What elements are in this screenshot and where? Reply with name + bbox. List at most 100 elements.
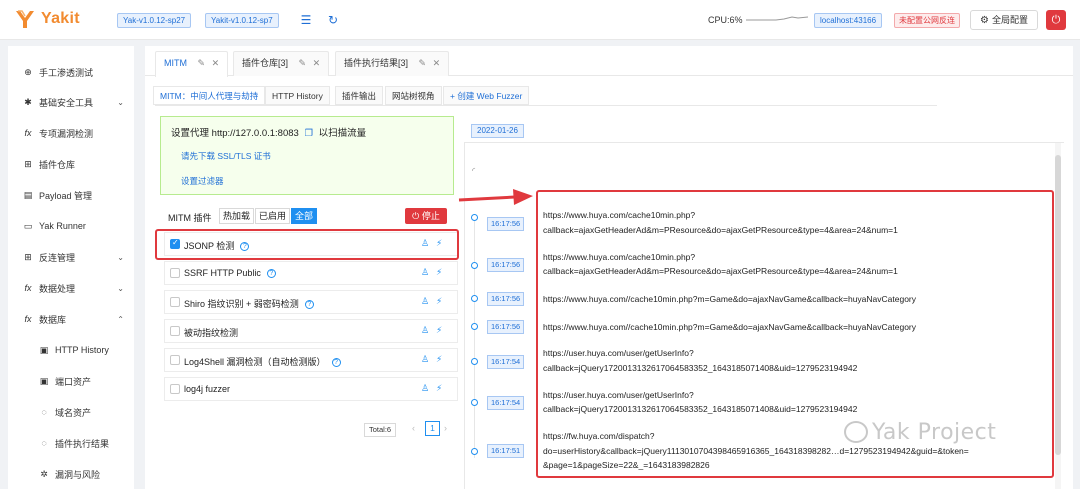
sidebar-item-basic-tools[interactable]: ✱ 基础安全工具 ⌄ (8, 90, 134, 114)
power-icon: ⏻ (412, 211, 420, 221)
grid-icon: ⊞ (24, 251, 32, 262)
plugin-name: log4j fuzzer (184, 384, 231, 394)
plugin-name: SSRF HTTP Public? (184, 268, 276, 279)
close-icon[interactable]: ✕ (313, 58, 321, 68)
plugin-checkbox[interactable] (170, 355, 180, 365)
watermark: Yak Project (872, 420, 997, 445)
power-icon: ⏻ (1051, 14, 1061, 26)
scrollbar-thumb[interactable] (1055, 155, 1061, 455)
sidebar-item-plugin-store[interactable]: ⊞ 插件仓库 (8, 152, 134, 176)
user-icon[interactable]: ♙ (421, 296, 429, 307)
plugin-item[interactable]: 被动指纹检测 ♙ ⚡ (164, 319, 458, 343)
sidebar-subitem-domains[interactable]: ◌ 域名资产 (8, 400, 134, 424)
subtab-mitm[interactable]: MITM：中间人代理与劫持 (153, 86, 266, 105)
plugin-checkbox[interactable] (170, 297, 180, 307)
close-icon[interactable]: ✕ (433, 58, 441, 68)
user-icon[interactable]: ♙ (421, 354, 429, 365)
tab-label: 插件执行结果[3] (344, 58, 409, 68)
edit-icon[interactable]: ✎ (198, 58, 206, 68)
sidebar-subitem-risks[interactable]: ✲ 漏洞与风险 (8, 462, 134, 486)
create-web-fuzzer-button[interactable]: + 创建 Web Fuzzer (443, 86, 530, 105)
sidebar-item-label: 专项漏洞检测 (39, 128, 94, 139)
tab-plugin-store[interactable]: 插件仓库[3] ✎ ✕ (233, 51, 330, 76)
sidebar-item-manual-pentest[interactable]: ⊕ 手工渗透测试 (8, 60, 134, 84)
subtab-http-history[interactable]: HTTP History (265, 86, 330, 105)
grid-icon: ⊞ (24, 158, 32, 169)
bug-icon: ✱ (24, 96, 32, 107)
refresh-icon[interactable]: ↻ (326, 13, 340, 27)
pagination-page[interactable]: 1 (425, 421, 440, 436)
cpu-sparkline (746, 16, 808, 21)
sidebar-subitem-plugin-results[interactable]: ◌ 插件执行结果 (8, 431, 134, 455)
app-name: Yakit (41, 10, 80, 27)
stop-button[interactable]: ⏻ 停止 (405, 208, 447, 224)
close-icon[interactable]: ✕ (212, 58, 220, 68)
subtab-site-tree[interactable]: 网站树视角 (385, 86, 442, 105)
top-bar: Yakit Yak-v1.0.12-sp27 Yakit-v1.0.12-sp7… (0, 0, 1080, 40)
plugin-name-text: Shiro 指纹识别 + 弱密码检测 (184, 299, 299, 309)
subtab-plugin-output[interactable]: 插件输出 (335, 86, 384, 105)
help-icon[interactable]: ? (331, 358, 341, 368)
plugin-item[interactable]: Log4Shell 漏洞检测（自动检测版）? ♙ ⚡ (164, 348, 458, 372)
tab-mitm[interactable]: MITM ✎ ✕ (155, 51, 229, 77)
user-icon[interactable]: ♙ (421, 325, 429, 336)
plugin-item[interactable]: SSRF HTTP Public? ♙ ⚡ (164, 261, 458, 285)
filter-hot-reload[interactable]: 热加载 (219, 208, 255, 224)
time-tag: 16:17:51 (487, 444, 525, 458)
sidebar-item-database[interactable]: fx 数据库 ⌃ (8, 307, 134, 331)
bolt-icon[interactable]: ⚡ (436, 383, 442, 394)
filter-enabled[interactable]: 已启用 (255, 208, 291, 224)
chevron-down-icon: ⌄ (117, 283, 124, 293)
proxy-prefix: 设置代理 (171, 128, 210, 139)
sidebar-item-yak-runner[interactable]: ▭ Yak Runner (8, 214, 134, 238)
plugin-item[interactable]: log4j fuzzer ♙ ⚡ (164, 377, 458, 401)
plugin-checkbox[interactable] (170, 326, 180, 336)
time-tag: 16:17:54 (487, 355, 525, 369)
pagination-prev-icon[interactable]: ‹ (412, 423, 415, 433)
bolt-icon[interactable]: ⚡ (436, 325, 442, 336)
bolt-icon[interactable]: ⚡ (436, 354, 442, 365)
sidebar-item-payload[interactable]: ▤ Payload 管理 (8, 183, 134, 207)
bolt-icon[interactable]: ⚡ (436, 296, 442, 307)
user-icon[interactable]: ♙ (421, 267, 429, 278)
port-icon: ▣ (39, 375, 49, 386)
highlight-box-plugin (155, 229, 459, 260)
sidebar-item-vuln-detect[interactable]: fx 专项漏洞检测 (8, 121, 134, 145)
help-icon[interactable]: ? (304, 300, 314, 310)
bolt-icon[interactable]: ⚡ (436, 267, 442, 278)
function-icon: fx (24, 283, 32, 293)
global-config-button[interactable]: ⚙ 全局配置 (970, 10, 1038, 30)
plugin-name: Log4Shell 漏洞检测（自动检测版）? (184, 355, 341, 368)
sidebar-subitem-http-history[interactable]: ▣ HTTP History (8, 338, 134, 362)
public-reverse-warning[interactable]: 未配置公网反连 (894, 13, 960, 28)
sidebar-item-reverse[interactable]: ⊞ 反连管理 ⌄ (8, 245, 134, 269)
set-filter-link[interactable]: 设置过滤器 (181, 175, 224, 187)
copy-icon[interactable]: ❐ (304, 128, 313, 139)
timeline-dot (471, 214, 478, 221)
sidebar-subitem-ports[interactable]: ▣ 端口资产 (8, 369, 134, 393)
plugin-checkbox[interactable] (170, 268, 180, 278)
timeline-line (474, 218, 475, 458)
edit-icon[interactable]: ✎ (299, 58, 307, 68)
sidebar-item-data-process[interactable]: fx 数据处理 ⌄ (8, 276, 134, 300)
tab-plugin-results[interactable]: 插件执行结果[3] ✎ ✕ (335, 51, 450, 76)
yak-version-tag: Yak-v1.0.12-sp27 (117, 13, 192, 28)
tab-label: 插件仓库[3] (242, 58, 289, 68)
timeline-dot (471, 448, 478, 455)
filter-all[interactable]: 全部 (291, 208, 318, 224)
menu-icon[interactable]: ☰ (299, 13, 313, 27)
pagination-next-icon[interactable]: › (444, 423, 447, 433)
function-icon: fx (24, 314, 32, 324)
power-button[interactable]: ⏻ (1046, 10, 1066, 30)
plugin-checkbox[interactable] (170, 384, 180, 394)
date-tag: 2022-01-26 (471, 124, 524, 138)
help-icon[interactable]: ? (266, 269, 276, 279)
plugin-name-text: SSRF HTTP Public (184, 268, 261, 278)
user-icon[interactable]: ♙ (421, 383, 429, 394)
plugin-item[interactable]: Shiro 指纹识别 + 弱密码检测? ♙ ⚡ (164, 290, 458, 314)
crosshair-icon: ⊕ (24, 66, 32, 77)
sidebar-item-label: HTTP History (55, 345, 109, 355)
edit-icon[interactable]: ✎ (419, 58, 427, 68)
proxy-info-box: 设置代理 http://127.0.0.1:8083 ❐ 以扫描流量 请先下载 … (160, 116, 454, 195)
download-cert-link[interactable]: 请先下载 SSL/TLS 证书 (181, 150, 271, 162)
